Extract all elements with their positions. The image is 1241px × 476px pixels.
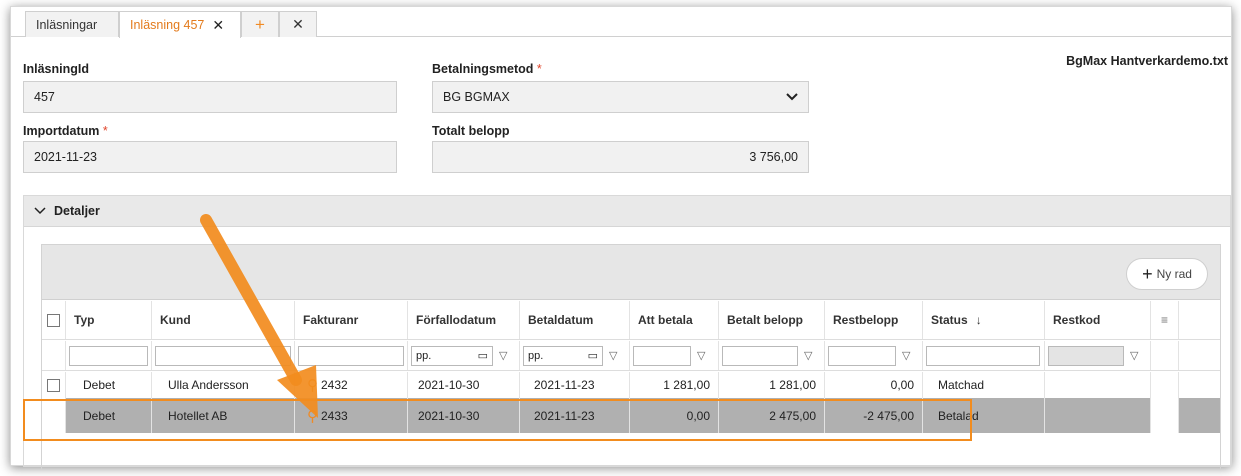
arrow-head: [277, 365, 318, 418]
annotation-arrow: [200, 214, 318, 418]
arrow-shaft: [200, 214, 302, 386]
